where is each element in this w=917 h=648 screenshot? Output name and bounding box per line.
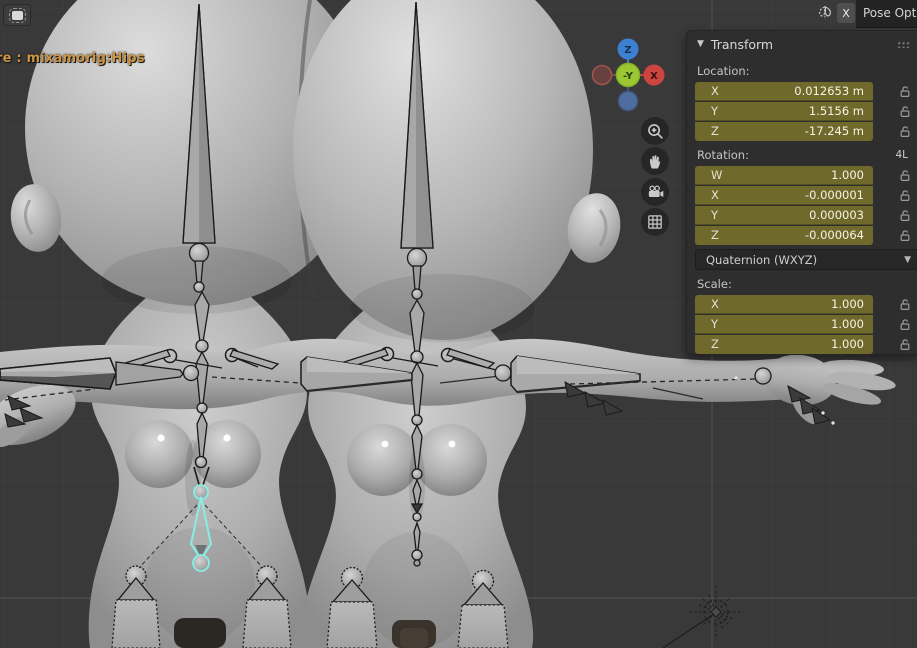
rotation-4l-button[interactable]: 4L (895, 149, 910, 161)
axis-value: -17.245 m (805, 124, 864, 138)
blender-window: re : mixamorig:Hips X Pose Optic Z X -Y (0, 0, 917, 648)
axis-value: 1.000 (831, 168, 864, 182)
camera-view-icon[interactable] (641, 178, 669, 206)
rotation-x-field[interactable]: X -0.000001 (695, 186, 873, 205)
rotation-label: Rotation: (697, 148, 749, 162)
axis-label: W (711, 168, 722, 182)
axis-label: Z (711, 228, 719, 242)
location-y-field[interactable]: Y 1.5156 m (695, 102, 873, 121)
rotation-mode-value: Quaternion (WXYZ) (706, 253, 817, 267)
axis-label: Y (711, 208, 718, 222)
axis-value: 1.000 (831, 297, 864, 311)
pose-options-button[interactable]: Pose Optic (856, 0, 917, 28)
location-x-field[interactable]: X 0.012653 m (695, 82, 873, 101)
panel-drag-handle-icon[interactable] (897, 41, 910, 48)
lock-icon[interactable] (899, 209, 911, 222)
lock-icon[interactable] (899, 85, 911, 98)
lock-icon[interactable] (899, 105, 911, 118)
scale-y-field[interactable]: Y 1.000 (695, 315, 873, 334)
location-fields: X 0.012653 m Y 1.5156 m Z -17.245 m (695, 81, 917, 141)
lock-icon[interactable] (899, 338, 911, 351)
transform-panel-header[interactable]: ▼ Transform (687, 31, 917, 57)
gizmo-z-label: Z (624, 45, 631, 56)
lock-icon[interactable] (899, 169, 911, 182)
rotation-fields: W 1.000 X -0.000001 Y 0.000003 (695, 165, 917, 245)
lock-icon[interactable] (899, 125, 911, 138)
gizmo-x-label: X (650, 71, 658, 82)
axis-value: 0.000003 (809, 208, 864, 222)
rotation-w-field[interactable]: W 1.000 (695, 166, 873, 185)
collapse-chevron-icon: ▼ (697, 39, 704, 49)
rotation-label-row: Rotation: 4L (697, 148, 910, 162)
rotation-z-field[interactable]: Z -0.000064 (695, 226, 873, 245)
gizmo-minus-z-axis[interactable] (619, 92, 638, 111)
axis-value: -0.000064 (805, 228, 864, 242)
scale-x-field[interactable]: X 1.000 (695, 295, 873, 314)
axis-label: Z (711, 337, 719, 351)
scale-fields: X 1.000 Y 1.000 Z 1.000 (695, 294, 917, 354)
axis-label: Y (711, 104, 718, 118)
select-box-tool-icon[interactable] (3, 4, 31, 26)
view-axis-gizmo[interactable]: Z X -Y (589, 37, 667, 115)
axis-label: Y (711, 317, 718, 331)
axis-value: -0.000001 (805, 188, 864, 202)
zoom-icon[interactable] (641, 117, 669, 145)
lock-icon[interactable] (899, 229, 911, 242)
axis-label: X (711, 84, 719, 98)
location-label: Location: (697, 64, 910, 78)
transform-panel: ▼ Transform Location: X 0.012653 m Y 1.5… (686, 30, 917, 355)
axis-label: X (711, 188, 719, 202)
location-z-field[interactable]: Z -17.245 m (695, 122, 873, 141)
scale-z-field[interactable]: Z 1.000 (695, 335, 873, 354)
axis-value: 1.5156 m (809, 104, 864, 118)
lock-icon[interactable] (899, 298, 911, 311)
rotation-y-field[interactable]: Y 0.000003 (695, 206, 873, 225)
chevron-down-icon: ▼ (904, 255, 911, 265)
axis-value: 1.000 (831, 337, 864, 351)
x-mirror-icon[interactable] (816, 4, 834, 22)
gizmo-minus-x-axis[interactable] (593, 66, 612, 85)
active-bone-label: re : mixamorig:Hips (0, 51, 145, 66)
lock-icon[interactable] (899, 318, 911, 331)
scale-label: Scale: (697, 277, 910, 291)
axis-value: 0.012653 m (794, 84, 864, 98)
rotation-mode-dropdown[interactable]: Quaternion (WXYZ) ▼ (695, 249, 917, 270)
axis-label: Z (711, 124, 719, 138)
axis-value: 1.000 (831, 317, 864, 331)
mirror-x-axis-button[interactable]: X (837, 3, 855, 23)
gizmo-y-label: -Y (623, 71, 634, 82)
grid-ortho-icon[interactable] (641, 208, 669, 236)
pan-hand-icon[interactable] (641, 147, 669, 175)
panel-title: Transform (711, 37, 773, 52)
axis-label: X (711, 297, 719, 311)
lock-icon[interactable] (899, 189, 911, 202)
